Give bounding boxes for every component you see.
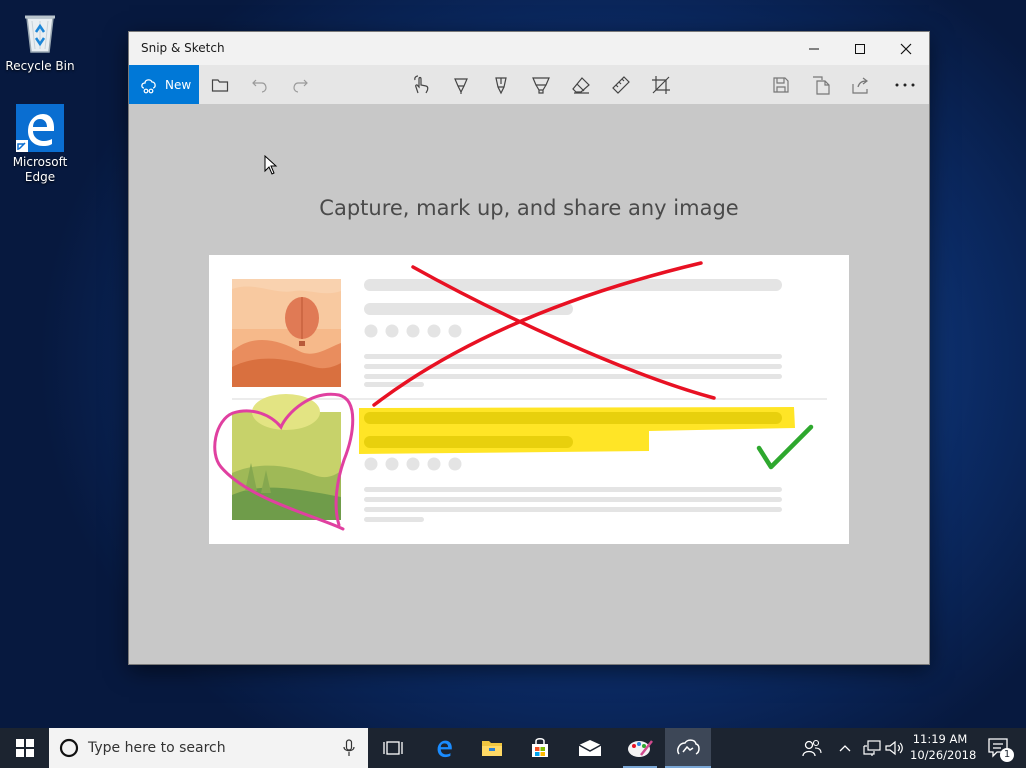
taskbar-mail-button[interactable] xyxy=(567,728,613,768)
microphone-icon[interactable] xyxy=(343,739,355,757)
minimize-button[interactable] xyxy=(791,32,837,65)
clock-time: 11:19 AM xyxy=(912,732,968,746)
desktop-icon-recycle-bin[interactable]: Recycle Bin xyxy=(2,8,78,74)
ruler-button[interactable] xyxy=(601,65,641,104)
pencil-icon xyxy=(495,76,507,94)
recycle-bin-icon xyxy=(16,8,64,56)
snip-icon xyxy=(141,78,156,93)
undo-icon xyxy=(252,79,267,93)
landscape-thumbnail-image xyxy=(232,394,341,520)
copy-icon xyxy=(813,75,830,95)
eraser-icon xyxy=(572,76,590,94)
paint-icon xyxy=(628,740,653,757)
close-icon xyxy=(900,43,912,54)
eraser-button[interactable] xyxy=(561,65,601,104)
notification-count-badge: 1 xyxy=(1000,748,1014,762)
taskbar-edge-button[interactable] xyxy=(421,728,467,768)
chevron-up-icon xyxy=(839,745,851,752)
taskbar-clock[interactable]: 11:19 AM 10/26/2018 xyxy=(910,731,977,763)
ballpoint-pen-icon xyxy=(454,77,468,94)
ruler-icon xyxy=(612,75,630,94)
touch-writing-button[interactable] xyxy=(401,65,441,104)
file-explorer-icon xyxy=(482,741,502,756)
taskbar-store-button[interactable] xyxy=(517,728,563,768)
open-file-button[interactable] xyxy=(200,65,240,104)
maximize-icon xyxy=(855,43,865,54)
people-icon xyxy=(802,739,822,757)
people-button[interactable] xyxy=(789,728,835,768)
volume-button[interactable] xyxy=(884,728,906,768)
desktop-icon-label: Recycle Bin xyxy=(5,59,75,73)
taskbar-search-box[interactable]: Type here to search xyxy=(49,728,368,768)
crop-icon xyxy=(652,75,670,94)
start-button[interactable] xyxy=(2,728,48,768)
taskbar-paint-button[interactable] xyxy=(617,728,663,768)
share-icon xyxy=(852,77,868,94)
close-button[interactable] xyxy=(883,32,929,65)
task-view-icon xyxy=(383,741,403,755)
mouse-cursor-icon xyxy=(264,155,278,175)
redo-icon xyxy=(293,79,308,93)
desktop-icon-edge[interactable]: Microsoft Edge xyxy=(2,104,78,185)
canvas-area: Capture, mark up, and share any image xyxy=(129,104,929,664)
clock-date: 10/26/2018 xyxy=(910,748,977,762)
balloon-thumbnail-image xyxy=(232,279,341,387)
highlighter-button[interactable] xyxy=(521,65,561,104)
share-button[interactable] xyxy=(841,65,881,104)
network-icon xyxy=(863,740,881,756)
taskbar-file-explorer-button[interactable] xyxy=(469,728,515,768)
snip-sketch-window: Snip & Sketch New Capture, mark up, and … xyxy=(129,32,929,664)
window-title: Snip & Sketch xyxy=(141,41,225,55)
edge-icon xyxy=(437,740,452,758)
save-button[interactable] xyxy=(761,65,801,104)
action-center-button[interactable]: 1 xyxy=(976,728,1022,768)
markup-illustration xyxy=(209,255,849,544)
minimize-icon xyxy=(809,48,819,49)
new-snip-button[interactable]: New xyxy=(129,65,199,104)
undo-button[interactable] xyxy=(240,65,280,104)
desktop-icon-label: Microsoft Edge xyxy=(12,155,68,184)
save-icon xyxy=(773,76,789,93)
volume-icon xyxy=(885,740,903,756)
redo-button[interactable] xyxy=(280,65,320,104)
highlighter-icon xyxy=(532,76,550,94)
crop-button[interactable] xyxy=(641,65,681,104)
toolbar: New xyxy=(129,65,929,104)
task-view-button[interactable] xyxy=(370,728,416,768)
tagline: Capture, mark up, and share any image xyxy=(319,196,739,220)
snip-sketch-icon xyxy=(677,739,700,755)
see-more-button[interactable] xyxy=(885,65,925,104)
new-button-label: New xyxy=(165,77,192,92)
ballpoint-pen-button[interactable] xyxy=(441,65,481,104)
copy-button[interactable] xyxy=(801,65,841,104)
taskbar: Type here to search 11:19 AM 10/26/2018 … xyxy=(0,728,1026,768)
edge-icon xyxy=(16,104,64,152)
open-folder-icon xyxy=(211,78,229,92)
windows-logo-icon xyxy=(16,739,34,757)
store-icon xyxy=(532,738,548,757)
network-button[interactable] xyxy=(861,728,883,768)
touch-writing-icon xyxy=(414,74,429,93)
search-placeholder: Type here to search xyxy=(88,740,226,756)
taskbar-snip-sketch-button[interactable] xyxy=(665,728,711,768)
mail-icon xyxy=(578,740,602,756)
title-bar[interactable]: Snip & Sketch xyxy=(129,32,929,65)
maximize-button[interactable] xyxy=(837,32,883,65)
illustration-graphic xyxy=(213,261,827,531)
pencil-button[interactable] xyxy=(481,65,521,104)
more-icon xyxy=(895,83,915,86)
show-hidden-icons-button[interactable] xyxy=(835,728,855,768)
cortana-icon xyxy=(59,738,79,758)
